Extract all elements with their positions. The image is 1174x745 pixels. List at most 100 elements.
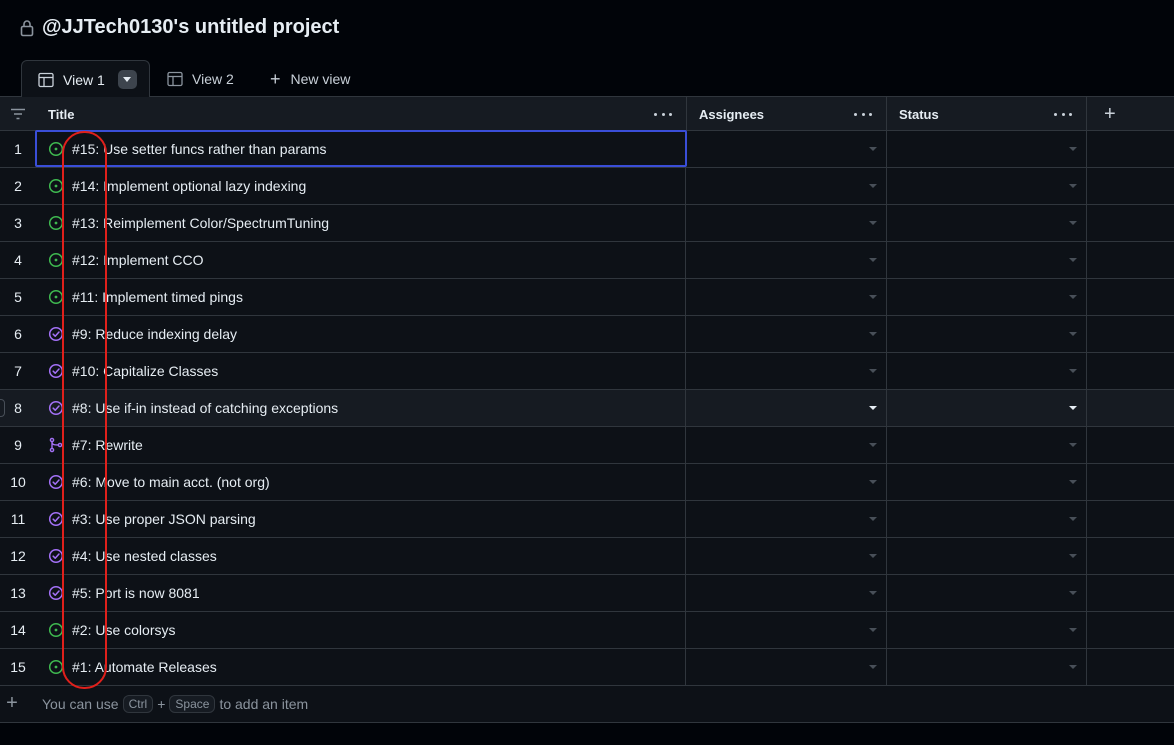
status-cell[interactable]	[887, 131, 1087, 167]
assignees-cell[interactable]	[687, 242, 887, 278]
assignees-cell[interactable]	[687, 168, 887, 204]
title-cell[interactable]: #10: Capitalize Classes	[36, 353, 686, 389]
title-cell[interactable]: #2: Use colorsys	[36, 612, 686, 648]
table-row[interactable]: 5 #11: Implement timed pings	[0, 279, 1174, 316]
assignees-cell[interactable]	[687, 353, 887, 389]
assignees-cell[interactable]	[687, 316, 887, 352]
dropdown-caret-icon[interactable]	[869, 406, 877, 410]
table-row[interactable]: 7 #10: Capitalize Classes	[0, 353, 1174, 390]
status-cell[interactable]	[887, 279, 1087, 315]
dropdown-caret-icon[interactable]	[869, 184, 877, 188]
issue-title[interactable]: #5: Port is now 8081	[72, 585, 200, 601]
title-cell[interactable]: #9: Reduce indexing delay	[36, 316, 686, 352]
column-menu-icon[interactable]	[1054, 106, 1072, 122]
table-row[interactable]: 14 #2: Use colorsys	[0, 612, 1174, 649]
assignees-cell[interactable]	[687, 464, 887, 500]
add-field-button[interactable]: +	[1087, 97, 1174, 131]
title-cell[interactable]: #8: Use if-in instead of catching except…	[36, 390, 686, 426]
table-row[interactable]: 6 #9: Reduce indexing delay	[0, 316, 1174, 353]
assignees-cell[interactable]	[687, 427, 887, 463]
title-cell[interactable]: #3: Use proper JSON parsing	[36, 501, 686, 537]
add-item-row[interactable]: + You can use Ctrl + Space to add an ite…	[0, 685, 1174, 723]
assignees-cell[interactable]	[687, 612, 887, 648]
dropdown-caret-icon[interactable]	[869, 443, 877, 447]
table-row[interactable]: 13 #5: Port is now 8081	[0, 575, 1174, 612]
status-cell[interactable]	[887, 205, 1087, 241]
column-header-title[interactable]: Title	[36, 97, 687, 131]
issue-title[interactable]: #12: Implement CCO	[72, 252, 204, 268]
table-row[interactable]: 2 #14: Implement optional lazy indexing	[0, 168, 1174, 205]
title-cell[interactable]: #7: Rewrite	[36, 427, 686, 463]
title-cell[interactable]: #14: Implement optional lazy indexing	[36, 168, 686, 204]
dropdown-caret-icon[interactable]	[1069, 184, 1077, 188]
filter-button[interactable]	[0, 97, 36, 131]
status-cell[interactable]	[887, 168, 1087, 204]
issue-title[interactable]: #6: Move to main acct. (not org)	[72, 474, 270, 490]
table-row[interactable]: 9 #7: Rewrite	[0, 427, 1174, 464]
dropdown-caret-icon[interactable]	[869, 517, 877, 521]
new-view-button[interactable]: + New view	[270, 60, 350, 97]
issue-title[interactable]: #11: Implement timed pings	[72, 289, 243, 305]
dropdown-caret-icon[interactable]	[869, 480, 877, 484]
dropdown-caret-icon[interactable]	[869, 295, 877, 299]
assignees-cell[interactable]	[687, 205, 887, 241]
table-row[interactable]: 1 #15: Use setter funcs rather than param…	[0, 131, 1174, 168]
table-row[interactable]: 8 #8: Use if-in instead of catching excep…	[0, 390, 1174, 427]
dropdown-caret-icon[interactable]	[1069, 406, 1077, 410]
dropdown-caret-icon[interactable]	[1069, 480, 1077, 484]
title-cell[interactable]: #12: Implement CCO	[36, 242, 686, 278]
title-cell[interactable]: #6: Move to main acct. (not org)	[36, 464, 686, 500]
title-cell[interactable]: #11: Implement timed pings	[36, 279, 686, 315]
title-cell[interactable]: #4: Use nested classes	[36, 538, 686, 574]
status-cell[interactable]	[887, 575, 1087, 611]
dropdown-caret-icon[interactable]	[1069, 147, 1077, 151]
status-cell[interactable]	[887, 501, 1087, 537]
table-row[interactable]: 12 #4: Use nested classes	[0, 538, 1174, 575]
column-menu-icon[interactable]	[654, 106, 672, 122]
column-header-assignees[interactable]: Assignees	[687, 97, 887, 131]
issue-title[interactable]: #1: Automate Releases	[72, 659, 217, 675]
dropdown-caret-icon[interactable]	[869, 554, 877, 558]
column-header-status[interactable]: Status	[887, 97, 1087, 131]
dropdown-caret-icon[interactable]	[869, 591, 877, 595]
issue-title[interactable]: #15: Use setter funcs rather than params	[72, 141, 326, 157]
assignees-cell[interactable]	[687, 131, 887, 167]
dropdown-caret-icon[interactable]	[869, 221, 877, 225]
dropdown-caret-icon[interactable]	[1069, 665, 1077, 669]
dropdown-caret-icon[interactable]	[869, 369, 877, 373]
status-cell[interactable]	[887, 612, 1087, 648]
dropdown-caret-icon[interactable]	[1069, 443, 1077, 447]
issue-title[interactable]: #4: Use nested classes	[72, 548, 217, 564]
issue-title[interactable]: #3: Use proper JSON parsing	[72, 511, 256, 527]
dropdown-caret-icon[interactable]	[1069, 628, 1077, 632]
assignees-cell[interactable]	[687, 390, 887, 426]
dropdown-caret-icon[interactable]	[1069, 295, 1077, 299]
issue-title[interactable]: #7: Rewrite	[72, 437, 143, 453]
assignees-cell[interactable]	[687, 649, 887, 685]
column-menu-icon[interactable]	[854, 106, 872, 122]
dropdown-caret-icon[interactable]	[869, 332, 877, 336]
add-item-icon[interactable]: +	[0, 692, 30, 715]
table-row[interactable]: 11 #3: Use proper JSON parsing	[0, 501, 1174, 538]
dropdown-caret-icon[interactable]	[869, 628, 877, 632]
assignees-cell[interactable]	[687, 575, 887, 611]
dropdown-caret-icon[interactable]	[1069, 258, 1077, 262]
dropdown-caret-icon[interactable]	[869, 665, 877, 669]
dropdown-caret-icon[interactable]	[1069, 369, 1077, 373]
dropdown-caret-icon[interactable]	[1069, 332, 1077, 336]
assignees-cell[interactable]	[687, 279, 887, 315]
status-cell[interactable]	[887, 316, 1087, 352]
table-row[interactable]: 3 #13: Reimplement Color/SpectrumTuning	[0, 205, 1174, 242]
issue-title[interactable]: #8: Use if-in instead of catching except…	[72, 400, 338, 416]
status-cell[interactable]	[887, 464, 1087, 500]
status-cell[interactable]	[887, 390, 1087, 426]
dropdown-caret-icon[interactable]	[1069, 221, 1077, 225]
title-cell[interactable]: #5: Port is now 8081	[36, 575, 686, 611]
dropdown-caret-icon[interactable]	[1069, 591, 1077, 595]
status-cell[interactable]	[887, 649, 1087, 685]
title-cell[interactable]: #15: Use setter funcs rather than params	[36, 131, 686, 167]
tab-view-1[interactable]: View 1	[21, 60, 150, 98]
tab-view-2[interactable]: View 2	[167, 60, 234, 97]
assignees-cell[interactable]	[687, 501, 887, 537]
issue-title[interactable]: #14: Implement optional lazy indexing	[72, 178, 306, 194]
